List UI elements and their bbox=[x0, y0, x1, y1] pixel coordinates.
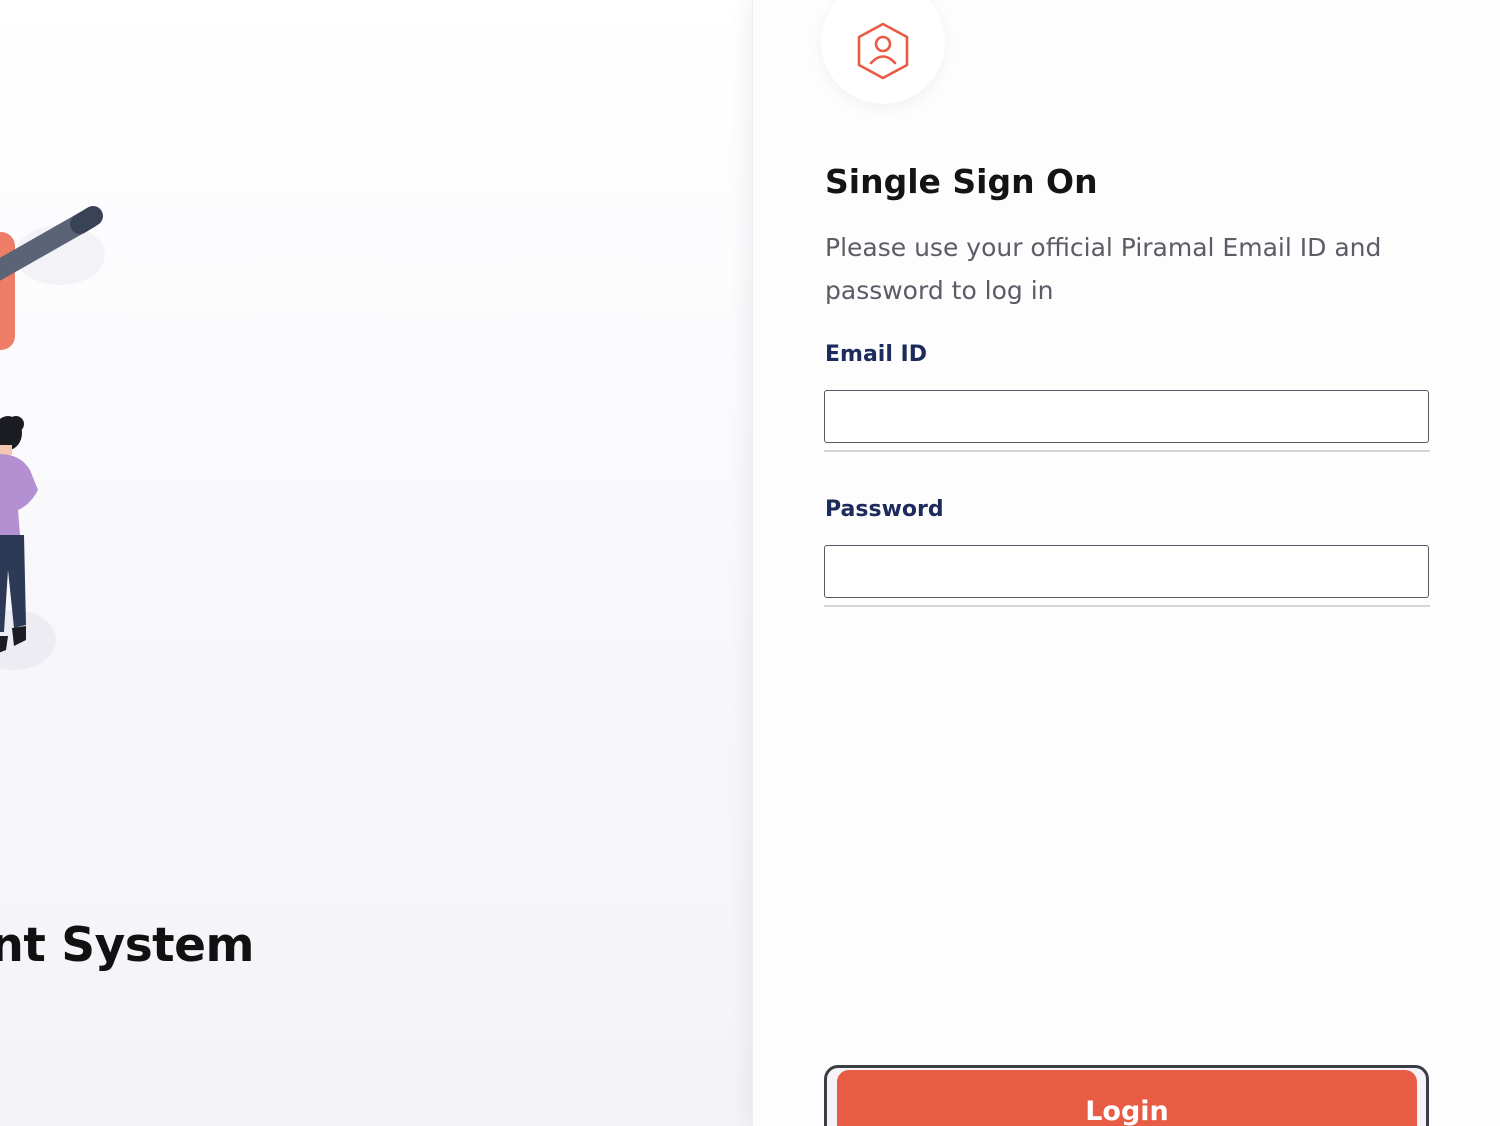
avatar-badge bbox=[821, 0, 945, 104]
email-label: Email ID bbox=[825, 342, 927, 367]
login-button[interactable]: Login bbox=[837, 1070, 1417, 1126]
login-panel: Single Sign On Please use your official … bbox=[752, 0, 1500, 1126]
email-input[interactable] bbox=[824, 390, 1429, 443]
person-illustration bbox=[0, 206, 105, 670]
password-underline bbox=[824, 605, 1430, 607]
left-panel: ent System bbox=[0, 0, 752, 1126]
user-hexagon-icon bbox=[857, 22, 909, 80]
system-title: ent System bbox=[0, 918, 254, 973]
login-page: ent System Single Sign On Please use you… bbox=[0, 0, 1500, 1126]
password-input[interactable] bbox=[824, 545, 1429, 598]
sso-title: Single Sign On bbox=[825, 162, 1098, 201]
sso-subtitle: Please use your official Piramal Email I… bbox=[825, 233, 1382, 305]
password-label: Password bbox=[825, 497, 944, 522]
email-underline bbox=[824, 450, 1430, 452]
